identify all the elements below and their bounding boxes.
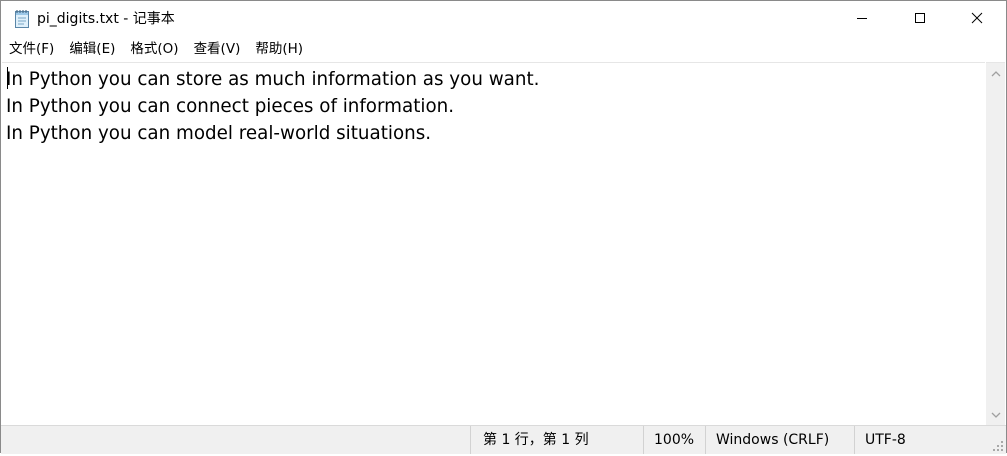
menu-file[interactable]: 文件(F): [1, 39, 61, 59]
window-title: pi_digits.txt - 记事本: [37, 11, 175, 27]
menu-bar: 文件(F) 编辑(E) 格式(O) 查看(V) 帮助(H): [1, 38, 1006, 60]
text-caret: [7, 67, 8, 89]
resize-grip-icon[interactable]: [992, 440, 1004, 452]
maximize-icon: [915, 13, 925, 23]
close-button[interactable]: [948, 1, 1006, 35]
editor-line: In Python you can model real-world situa…: [6, 123, 432, 144]
editor-line: In Python you can store as much informat…: [6, 69, 540, 90]
menu-help[interactable]: 帮助(H): [247, 39, 310, 59]
cursor-position: 第 1 行，第 1 列: [470, 426, 643, 454]
menu-format[interactable]: 格式(O): [122, 39, 185, 59]
scroll-up-button[interactable]: [986, 65, 1005, 82]
text-editor[interactable]: In Python you can store as much informat…: [2, 62, 985, 425]
minimize-button[interactable]: [833, 1, 891, 35]
close-icon: [971, 12, 983, 24]
line-ending: Windows (CRLF): [705, 426, 854, 454]
editor-line: In Python you can connect pieces of info…: [6, 96, 455, 117]
menu-edit[interactable]: 编辑(E): [61, 39, 122, 59]
chevron-down-icon: [991, 412, 1000, 418]
zoom-level: 100%: [643, 426, 705, 454]
vertical-scrollbar[interactable]: [986, 62, 1005, 425]
title-bar[interactable]: pi_digits.txt - 记事本: [1, 1, 1006, 36]
notepad-icon[interactable]: [14, 9, 31, 29]
status-bar: 第 1 行，第 1 列 100% Windows (CRLF) UTF-8: [1, 425, 1006, 454]
minimize-icon: [857, 18, 867, 19]
encoding: UTF-8: [854, 426, 1006, 454]
notepad-window: pi_digits.txt - 记事本 文件(F) 编辑(E) 格式(O) 查看…: [0, 0, 1007, 454]
chevron-up-icon: [991, 70, 1000, 76]
scroll-down-button[interactable]: [986, 406, 1005, 423]
maximize-button[interactable]: [891, 1, 949, 35]
editor-content[interactable]: In Python you can store as much informat…: [6, 66, 539, 147]
menu-view[interactable]: 查看(V): [186, 39, 248, 59]
